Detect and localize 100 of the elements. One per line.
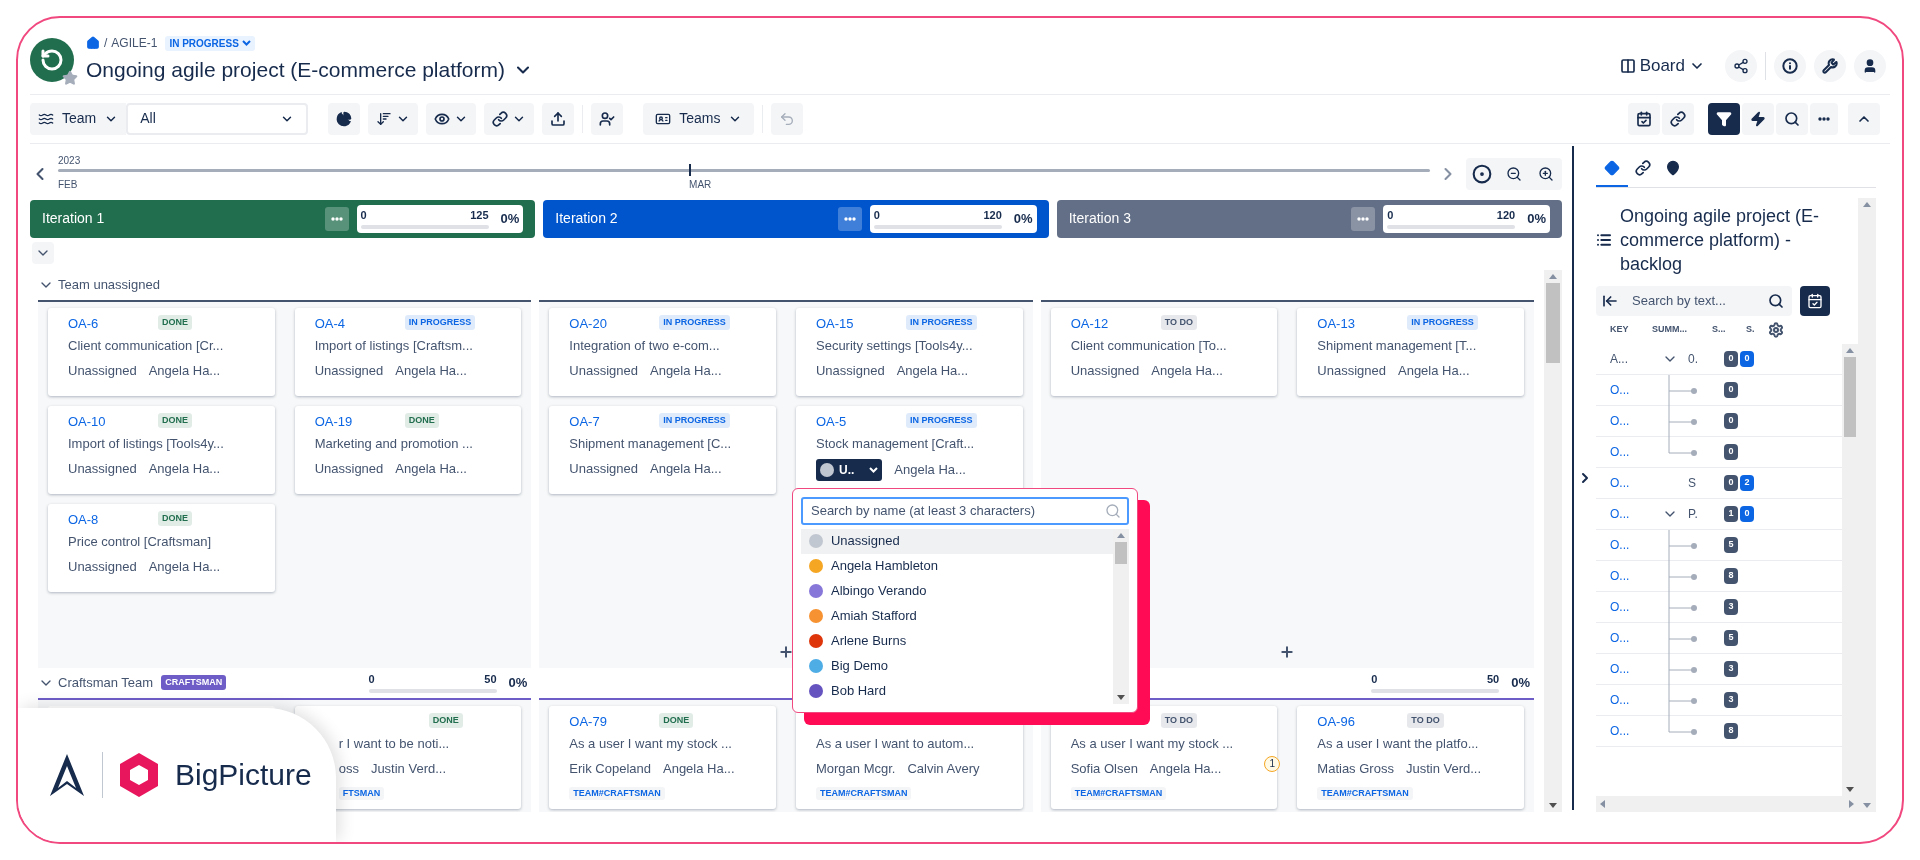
assignee-picker[interactable]: U.. — [816, 459, 883, 481]
team-filter-button[interactable]: Team — [30, 102, 127, 135]
issue-key[interactable]: O... — [1596, 535, 1652, 554]
reporter-name: Angela Ha... — [1398, 362, 1470, 380]
more-button[interactable] — [837, 206, 862, 231]
assignee-option[interactable]: Albingo Verando — [801, 578, 1113, 604]
zoom-in-button[interactable] — [1530, 157, 1562, 190]
search-field[interactable]: Search by text... — [1624, 285, 1792, 316]
share-button[interactable] — [1725, 50, 1757, 82]
issue-key[interactable]: O... — [1596, 442, 1652, 461]
tree-branch-icon — [1668, 529, 1698, 561]
issue-key[interactable]: O... — [1596, 504, 1652, 523]
user-icon — [1862, 58, 1878, 74]
assignee-option[interactable]: Big Demo — [801, 653, 1113, 679]
scroll-down-icon[interactable] — [1117, 694, 1125, 700]
year-label: 2023 — [58, 155, 82, 167]
center-button[interactable] — [1466, 157, 1498, 190]
issue-key[interactable]: OA-4 — [314, 315, 345, 331]
project-title[interactable]: Ongoing agile project (E-commerce platform) — [86, 54, 533, 86]
scroll-up-icon[interactable] — [1117, 532, 1125, 538]
wrench-button[interactable] — [1814, 50, 1846, 82]
status-label: DONE — [659, 713, 694, 728]
scroll-up-icon[interactable] — [1846, 347, 1854, 353]
team-select[interactable]: All — [126, 102, 309, 135]
filter-button[interactable] — [1708, 102, 1740, 135]
team-tag: TEAM#CRAFTSMAN — [816, 786, 912, 800]
search-button[interactable] — [1776, 102, 1808, 135]
reporter-name: Angela Ha... — [896, 362, 969, 380]
add-icon[interactable] — [778, 643, 794, 660]
alert-count: 1 — [1264, 755, 1281, 772]
search-field[interactable]: Search by name (at least 3 characters) — [801, 496, 1129, 525]
issue-key[interactable]: O... — [1596, 380, 1652, 399]
pie-chart-button[interactable] — [328, 102, 361, 135]
issue-key[interactable]: O... — [1596, 721, 1652, 740]
sort-button[interactable] — [368, 102, 419, 135]
issue-key[interactable]: OA-96 — [1317, 713, 1355, 729]
user-button[interactable] — [1854, 50, 1886, 82]
issue-key[interactable]: OA-20 — [569, 315, 607, 331]
issue-summary: P. — [1688, 505, 1698, 523]
issue-key[interactable]: O... — [1596, 566, 1652, 585]
calendar-button[interactable] — [1628, 102, 1660, 135]
issue-key[interactable]: O... — [1596, 473, 1652, 492]
scroll-left-icon[interactable] — [1600, 800, 1605, 808]
collapse-button[interactable] — [1848, 102, 1880, 135]
collapse-panel-button[interactable] — [1596, 285, 1624, 316]
scroll-down-icon[interactable] — [1846, 787, 1854, 792]
target-icon — [1472, 163, 1492, 184]
scroll-down-icon[interactable] — [1549, 803, 1557, 808]
more-button[interactable] — [324, 206, 349, 231]
scrollbar-thumb[interactable] — [1844, 356, 1856, 437]
assignee-option[interactable]: Amiah Stafford — [801, 603, 1113, 629]
issue-key[interactable]: OA-15 — [816, 315, 854, 331]
issue-key[interactable]: OA-10 — [68, 413, 106, 429]
scrollbar-thumb[interactable] — [1546, 282, 1560, 363]
breadcrumb-link[interactable]: AGILE-1 — [111, 34, 158, 52]
scroll-right-icon[interactable] — [1849, 800, 1854, 808]
timeline-tick — [689, 164, 692, 176]
list-icon — [1596, 231, 1612, 248]
issue-key[interactable]: OA-8 — [68, 511, 99, 527]
issue-key[interactable]: O... — [1596, 597, 1652, 616]
visibility-button[interactable] — [426, 102, 477, 135]
issue-key[interactable]: OA-13 — [1317, 315, 1355, 331]
assignee-name: Unassigned — [68, 362, 137, 380]
status-dropdown[interactable]: IN PROGRESS — [165, 35, 255, 51]
assignee-option[interactable]: Arlene Burns — [801, 628, 1113, 654]
issue-key[interactable]: O... — [1596, 411, 1652, 430]
issue-key[interactable]: OA-6 — [68, 315, 99, 331]
assignee-option[interactable]: Unassigned — [801, 528, 1113, 554]
more-button[interactable] — [1810, 102, 1838, 135]
assignee-option[interactable]: Angela Hambleton — [801, 553, 1113, 579]
reporter-name: Angela Ha... — [650, 460, 722, 478]
issue-key[interactable]: O... — [1596, 690, 1652, 709]
view-switcher[interactable]: Board — [1619, 53, 1705, 79]
capacity-percent: 0% — [508, 673, 528, 692]
assignee-option[interactable]: Bob Hard — [801, 678, 1113, 704]
home-icon[interactable] — [86, 36, 100, 50]
team-row-toggle[interactable]: Team unassigned — [38, 274, 160, 295]
issue-key[interactable]: OA-5 — [816, 413, 847, 429]
scrollbar-thumb[interactable] — [1115, 541, 1127, 564]
link-button[interactable] — [484, 102, 535, 135]
assign-button[interactable] — [591, 102, 624, 135]
scroll-up-icon[interactable] — [1863, 201, 1871, 207]
bolt-button[interactable] — [1742, 102, 1774, 135]
link-button[interactable] — [1662, 102, 1694, 135]
issue-summary: As a user I want my stock ... — [569, 734, 733, 753]
issue-key[interactable]: OA-7 — [569, 413, 600, 429]
scroll-up-icon[interactable] — [1549, 273, 1557, 279]
settings-icon[interactable] — [1768, 321, 1784, 338]
issue-key[interactable]: O... — [1596, 628, 1652, 647]
team-row-toggle[interactable]: Craftsman Team — [38, 672, 154, 693]
issue-key[interactable]: OA-12 — [1070, 315, 1109, 331]
issue-key[interactable]: OA-19 — [314, 413, 353, 429]
more-button[interactable] — [1351, 206, 1376, 231]
upload-button[interactable] — [542, 102, 575, 135]
info-button[interactable] — [1774, 50, 1806, 82]
calendar-button[interactable] — [1800, 285, 1830, 316]
issue-key[interactable]: O... — [1596, 659, 1652, 678]
brand-name: BigPicture — [175, 760, 312, 790]
issue-key[interactable]: OA-79 — [569, 713, 607, 729]
teams-button[interactable]: Teams — [643, 102, 755, 135]
